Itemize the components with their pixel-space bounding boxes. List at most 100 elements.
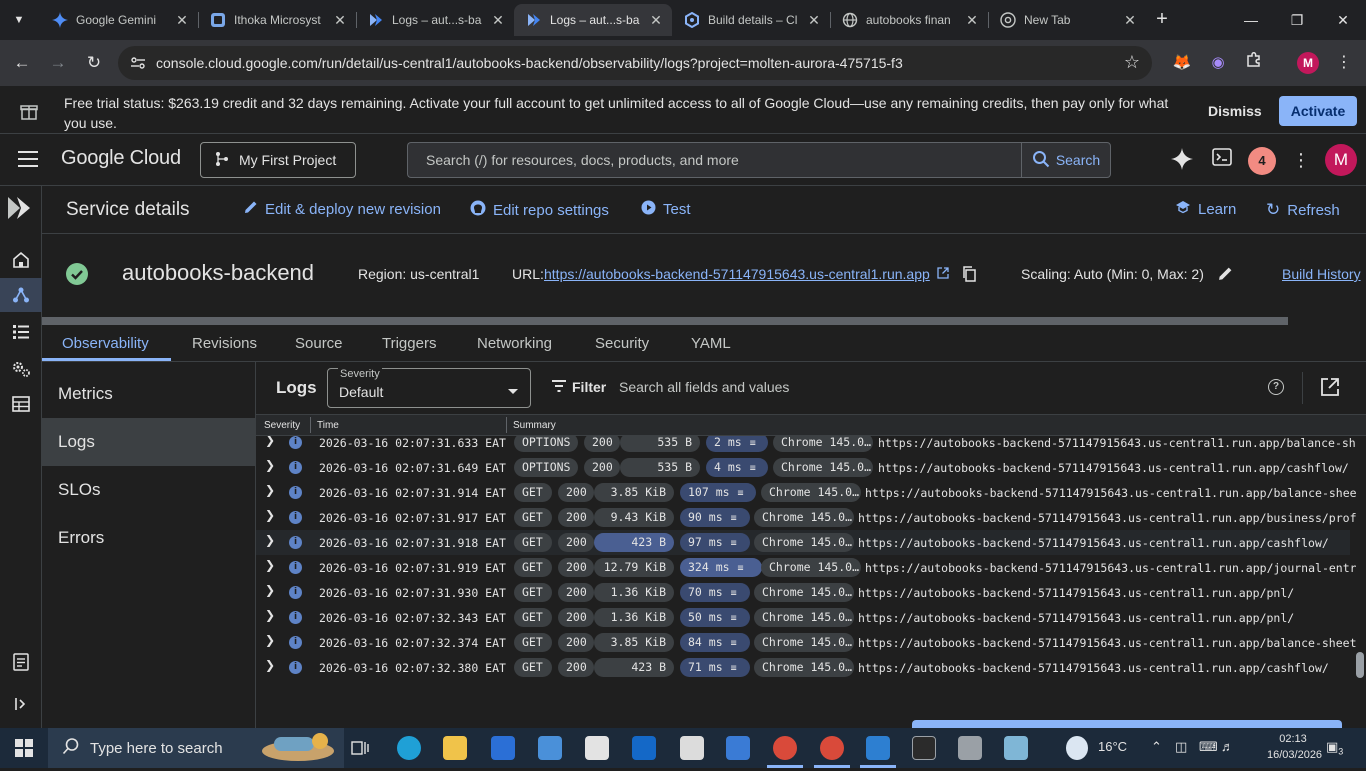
- close-tab-icon[interactable]: ✕: [806, 12, 822, 29]
- volume-icon[interactable]: ♬: [1221, 739, 1234, 754]
- browser-tab-active[interactable]: Logs – aut...s-ba ✕: [514, 4, 672, 36]
- chrome-profile-taskbar-icon[interactable]: [820, 736, 844, 760]
- edit-deploy-button[interactable]: Edit & deploy new revision: [244, 200, 441, 218]
- tab-triggers[interactable]: Triggers: [382, 335, 436, 352]
- network-app-icon[interactable]: [538, 736, 562, 760]
- task-view-icon[interactable]: [348, 736, 372, 760]
- navigation-menu-icon[interactable]: [18, 151, 38, 169]
- notifications-badge[interactable]: 4: [1248, 147, 1276, 175]
- reload-button[interactable]: ↻: [81, 50, 107, 76]
- edit-repo-settings-button[interactable]: Edit repo settings: [470, 200, 609, 220]
- notification-center-icon[interactable]: ▣3: [1326, 739, 1343, 757]
- log-row[interactable]: ❯ i 2026-03-16 02:07:32.343 EAT GET 200 …: [256, 605, 1350, 630]
- address-bar[interactable]: console.cloud.google.com/run/detail/us-c…: [118, 46, 1152, 80]
- edit-scaling-icon[interactable]: [1218, 266, 1233, 284]
- network-tray-icon[interactable]: ◫: [1175, 739, 1187, 755]
- taskbar-clock[interactable]: 02:13 16/03/2026: [1267, 731, 1322, 763]
- search-button[interactable]: Search: [1021, 142, 1111, 178]
- account-avatar[interactable]: M: [1325, 144, 1357, 176]
- expand-chevron-icon[interactable]: ❯: [265, 608, 275, 622]
- tab-security[interactable]: Security: [595, 335, 649, 352]
- log-vertical-scrollbar[interactable]: [1356, 652, 1364, 678]
- search-input[interactable]: Search (/) for resources, docs, products…: [407, 142, 1022, 178]
- log-row[interactable]: ❯ i 2026-03-16 02:07:31.930 EAT GET 200 …: [256, 580, 1350, 605]
- tray-chevron-icon[interactable]: ⌃: [1151, 739, 1162, 755]
- side-item-slos[interactable]: SLOs: [42, 466, 255, 514]
- mail-icon[interactable]: [585, 736, 609, 760]
- fox-extension-icon[interactable]: 🦊: [1170, 51, 1194, 75]
- bookmark-star-icon[interactable]: ☆: [1124, 52, 1140, 73]
- services-icon[interactable]: [9, 283, 33, 307]
- side-item-errors[interactable]: Errors: [42, 514, 255, 562]
- dismiss-button[interactable]: Dismiss: [1198, 99, 1272, 123]
- browser-tab[interactable]: Build details – Cl ✕: [672, 4, 830, 36]
- edge-browser-icon[interactable]: [397, 736, 421, 760]
- expand-chevron-icon[interactable]: ❯: [265, 508, 275, 522]
- close-tab-icon[interactable]: ✕: [490, 12, 506, 29]
- browser-tab[interactable]: Logs – aut...s-ba ✕: [356, 4, 514, 36]
- log-row[interactable]: ❯ i 2026-03-16 02:07:31.919 EAT GET 200 …: [256, 555, 1356, 580]
- close-tab-icon[interactable]: ✕: [174, 12, 190, 29]
- side-item-metrics[interactable]: Metrics: [42, 370, 255, 418]
- settings-gears-icon[interactable]: [9, 357, 33, 381]
- browser-profile-avatar[interactable]: M: [1297, 52, 1319, 74]
- column-summary[interactable]: Summary: [513, 420, 556, 431]
- gamepad-extension-icon[interactable]: ◉: [1206, 51, 1230, 75]
- log-row[interactable]: ❯ i 2026-03-16 02:07:31.918 EAT GET 200 …: [256, 530, 1350, 555]
- log-row[interactable]: ❯ i 2026-03-16 02:07:32.374 EAT GET 200 …: [256, 630, 1356, 655]
- filter-button[interactable]: Filter: [552, 379, 606, 395]
- chrome-taskbar-icon[interactable]: [773, 736, 797, 760]
- browser-tab[interactable]: Google Gemini ✕: [40, 4, 198, 36]
- outlook-icon[interactable]: [632, 736, 656, 760]
- cloud-run-taskbar-icon[interactable]: [726, 736, 750, 760]
- start-button[interactable]: [0, 728, 48, 768]
- vscode-icon[interactable]: [866, 736, 890, 760]
- google-cloud-logo[interactable]: Google Cloud: [61, 147, 181, 170]
- log-row[interactable]: ❯ i 2026-03-16 02:07:31.633 EAT OPTIONS …: [256, 436, 1356, 455]
- site-info-icon[interactable]: [130, 55, 146, 71]
- column-severity[interactable]: Severity: [264, 420, 300, 431]
- cloud-run-logo-icon[interactable]: [6, 196, 36, 220]
- test-button[interactable]: Test: [641, 200, 691, 219]
- help-icon[interactable]: ?: [1268, 379, 1284, 395]
- domains-icon[interactable]: [9, 392, 33, 416]
- column-time[interactable]: Time: [317, 420, 339, 431]
- close-tab-icon[interactable]: ✕: [648, 12, 664, 29]
- ime-tray-icon[interactable]: ⌨: [1199, 739, 1218, 755]
- close-tab-icon[interactable]: ✕: [332, 12, 348, 29]
- side-item-logs[interactable]: Logs: [42, 418, 255, 466]
- release-notes-icon[interactable]: [9, 650, 33, 674]
- tab-yaml[interactable]: YAML: [691, 335, 731, 352]
- copy-url-icon[interactable]: [962, 266, 976, 285]
- close-tab-icon[interactable]: ✕: [1122, 12, 1138, 29]
- cloud-shell-icon[interactable]: [1210, 148, 1234, 172]
- log-row[interactable]: ❯ i 2026-03-16 02:07:31.917 EAT GET 200 …: [256, 505, 1356, 530]
- restore-button[interactable]: ❐: [1274, 0, 1320, 40]
- document-app-icon[interactable]: [680, 736, 704, 760]
- tab-networking[interactable]: Networking: [477, 335, 552, 352]
- close-window-button[interactable]: ✕: [1320, 0, 1366, 40]
- puzzle-extensions-icon[interactable]: [1242, 51, 1266, 75]
- log-row[interactable]: ❯ i 2026-03-16 02:07:31.914 EAT GET 200 …: [256, 480, 1356, 505]
- service-url-link[interactable]: https://autobooks-backend-571147915643.u…: [544, 266, 930, 282]
- gemini-sparkle-icon[interactable]: [1170, 148, 1194, 172]
- tab-revisions[interactable]: Revisions: [192, 335, 257, 352]
- new-tab-button[interactable]: +: [1150, 8, 1174, 32]
- browser-tab[interactable]: autobooks finan ✕: [830, 4, 988, 36]
- back-button[interactable]: ←: [9, 50, 35, 76]
- browser-tab[interactable]: New Tab ✕: [988, 4, 1146, 36]
- expand-chevron-icon[interactable]: ❯: [265, 633, 275, 647]
- expand-chevron-icon[interactable]: ❯: [265, 436, 275, 447]
- severity-select[interactable]: Severity Default: [327, 368, 531, 408]
- microsoft-store-icon[interactable]: [491, 736, 515, 760]
- refresh-button[interactable]: ↻ Refresh: [1266, 200, 1340, 220]
- browser-tab[interactable]: Ithoka Microsyst ✕: [198, 4, 356, 36]
- learn-button[interactable]: Learn: [1175, 200, 1236, 218]
- photos-icon[interactable]: [958, 736, 982, 760]
- expand-chevron-icon[interactable]: ❯: [265, 483, 275, 497]
- expand-chevron-icon[interactable]: ❯: [265, 658, 275, 672]
- activate-button[interactable]: Activate: [1279, 96, 1357, 126]
- expand-chevron-icon[interactable]: ❯: [265, 583, 275, 597]
- list-icon[interactable]: [9, 320, 33, 344]
- home-icon[interactable]: [9, 248, 33, 272]
